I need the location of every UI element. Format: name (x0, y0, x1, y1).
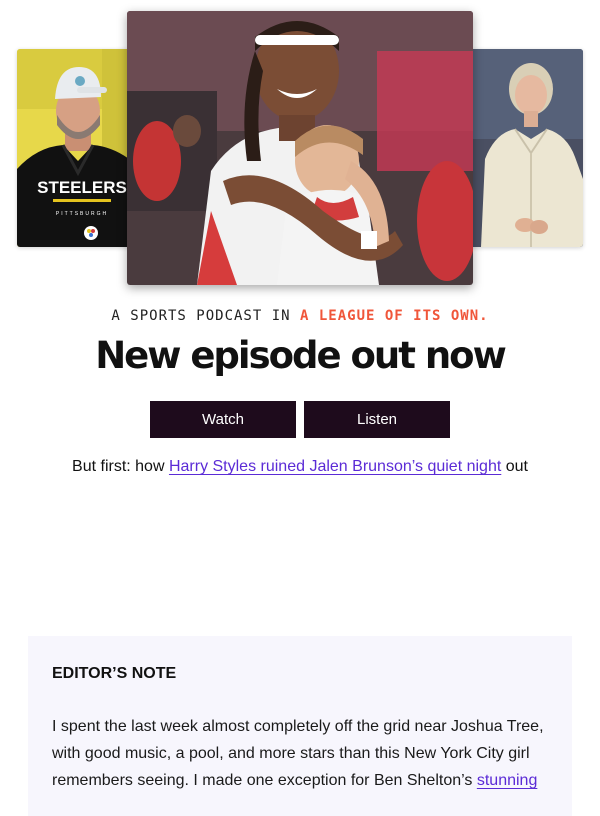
editors-note-body: I spent the last week almost completely … (52, 713, 548, 794)
teaser-line: But first: how Harry Styles ruined Jalen… (0, 458, 600, 476)
watch-button[interactable]: Watch (150, 401, 296, 438)
editors-note-link[interactable]: stunning (477, 772, 538, 789)
teaser-suffix: out (501, 458, 528, 475)
episode-headline: New episode out now (95, 334, 507, 377)
editors-note-card: EDITOR’S NOTE I spent the last week almo… (28, 636, 572, 816)
editors-note-text: I spent the last week almost completely … (52, 718, 544, 789)
editors-note-title: EDITOR’S NOTE (52, 665, 177, 682)
tagline-prefix: A SPORTS PODCAST IN (111, 308, 300, 324)
podcast-tagline: A SPORTS PODCAST IN A LEAGUE OF ITS OWN. (0, 308, 600, 324)
right-photo-image (455, 49, 583, 247)
cta-row: Watch Listen (150, 401, 450, 438)
tagline-accent: A LEAGUE OF ITS OWN. (300, 308, 489, 324)
pittsburgh-shirt-text: PITTSBURGH (56, 211, 108, 217)
left-photo-image: STEELERS PITTSBURGH (17, 49, 145, 247)
teaser-link[interactable]: Harry Styles ruined Jalen Brunson’s quie… (169, 458, 501, 475)
left-photo[interactable]: STEELERS PITTSBURGH (17, 49, 145, 247)
teaser-prefix: But first: how (72, 458, 169, 475)
center-photo[interactable] (127, 11, 473, 285)
right-photo[interactable] (455, 49, 583, 247)
steelers-shirt-text: STEELERS (37, 178, 127, 197)
listen-button[interactable]: Listen (304, 401, 450, 438)
center-photo-image (127, 11, 473, 285)
hero-collage: STEELERS PITTSBURGH (0, 0, 600, 300)
